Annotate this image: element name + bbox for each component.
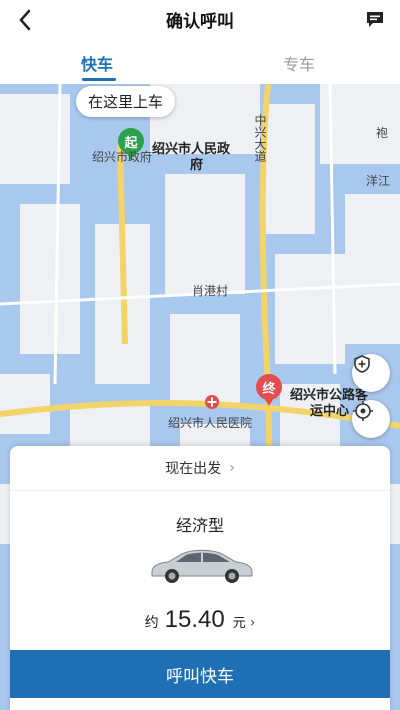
map-label-pao: 袍 xyxy=(376,126,389,140)
shield-icon xyxy=(354,355,370,373)
tab-bar: 快车 专车 xyxy=(0,40,400,84)
map-label-village: 肖港村 xyxy=(192,284,229,298)
hospital-icon xyxy=(205,395,219,409)
car-image xyxy=(151,549,253,583)
chevron-right-icon: › xyxy=(249,615,256,631)
message-icon xyxy=(367,12,383,27)
top-bar: 确认呼叫 xyxy=(0,0,400,40)
end-marker: 终 xyxy=(256,374,282,400)
pickup-bubble[interactable]: 在这里上车 xyxy=(76,86,176,117)
call-button[interactable]: 呼叫快车 xyxy=(10,650,390,698)
tab-indicator xyxy=(82,78,116,81)
map-label-hospital: 绍兴市人民医院 xyxy=(168,416,253,430)
map-label-yangjiang: 洋江 xyxy=(366,174,391,188)
car-type-label: 经济型 xyxy=(175,516,224,535)
price-prefix: 约 xyxy=(144,615,159,631)
map-label-station-2: 运中心 xyxy=(310,404,350,419)
price-unit: 元 xyxy=(232,616,246,631)
locate-button[interactable] xyxy=(352,400,390,438)
price-value: 15.40 xyxy=(164,606,225,633)
tab-premium[interactable]: 专车 xyxy=(283,51,315,75)
locate-icon xyxy=(353,401,373,421)
end-marker-tail xyxy=(264,398,274,406)
map-label-gov-2: 府 xyxy=(190,158,204,173)
tab-express[interactable]: 快车 xyxy=(81,51,113,75)
departure-time-selector[interactable]: 现在出发 › xyxy=(10,446,390,491)
safety-button[interactable] xyxy=(352,354,390,392)
map-label-road: 中兴大道 xyxy=(253,114,267,162)
chevron-right-icon: › xyxy=(229,460,235,476)
price-row[interactable]: 约 15.40 元 › xyxy=(10,606,390,634)
departure-label: 现在出发 xyxy=(165,461,222,477)
page-title: 确认呼叫 xyxy=(166,12,234,32)
message-button[interactable] xyxy=(362,6,388,32)
map-label-gov-short: 绍兴市政府 xyxy=(92,150,153,164)
